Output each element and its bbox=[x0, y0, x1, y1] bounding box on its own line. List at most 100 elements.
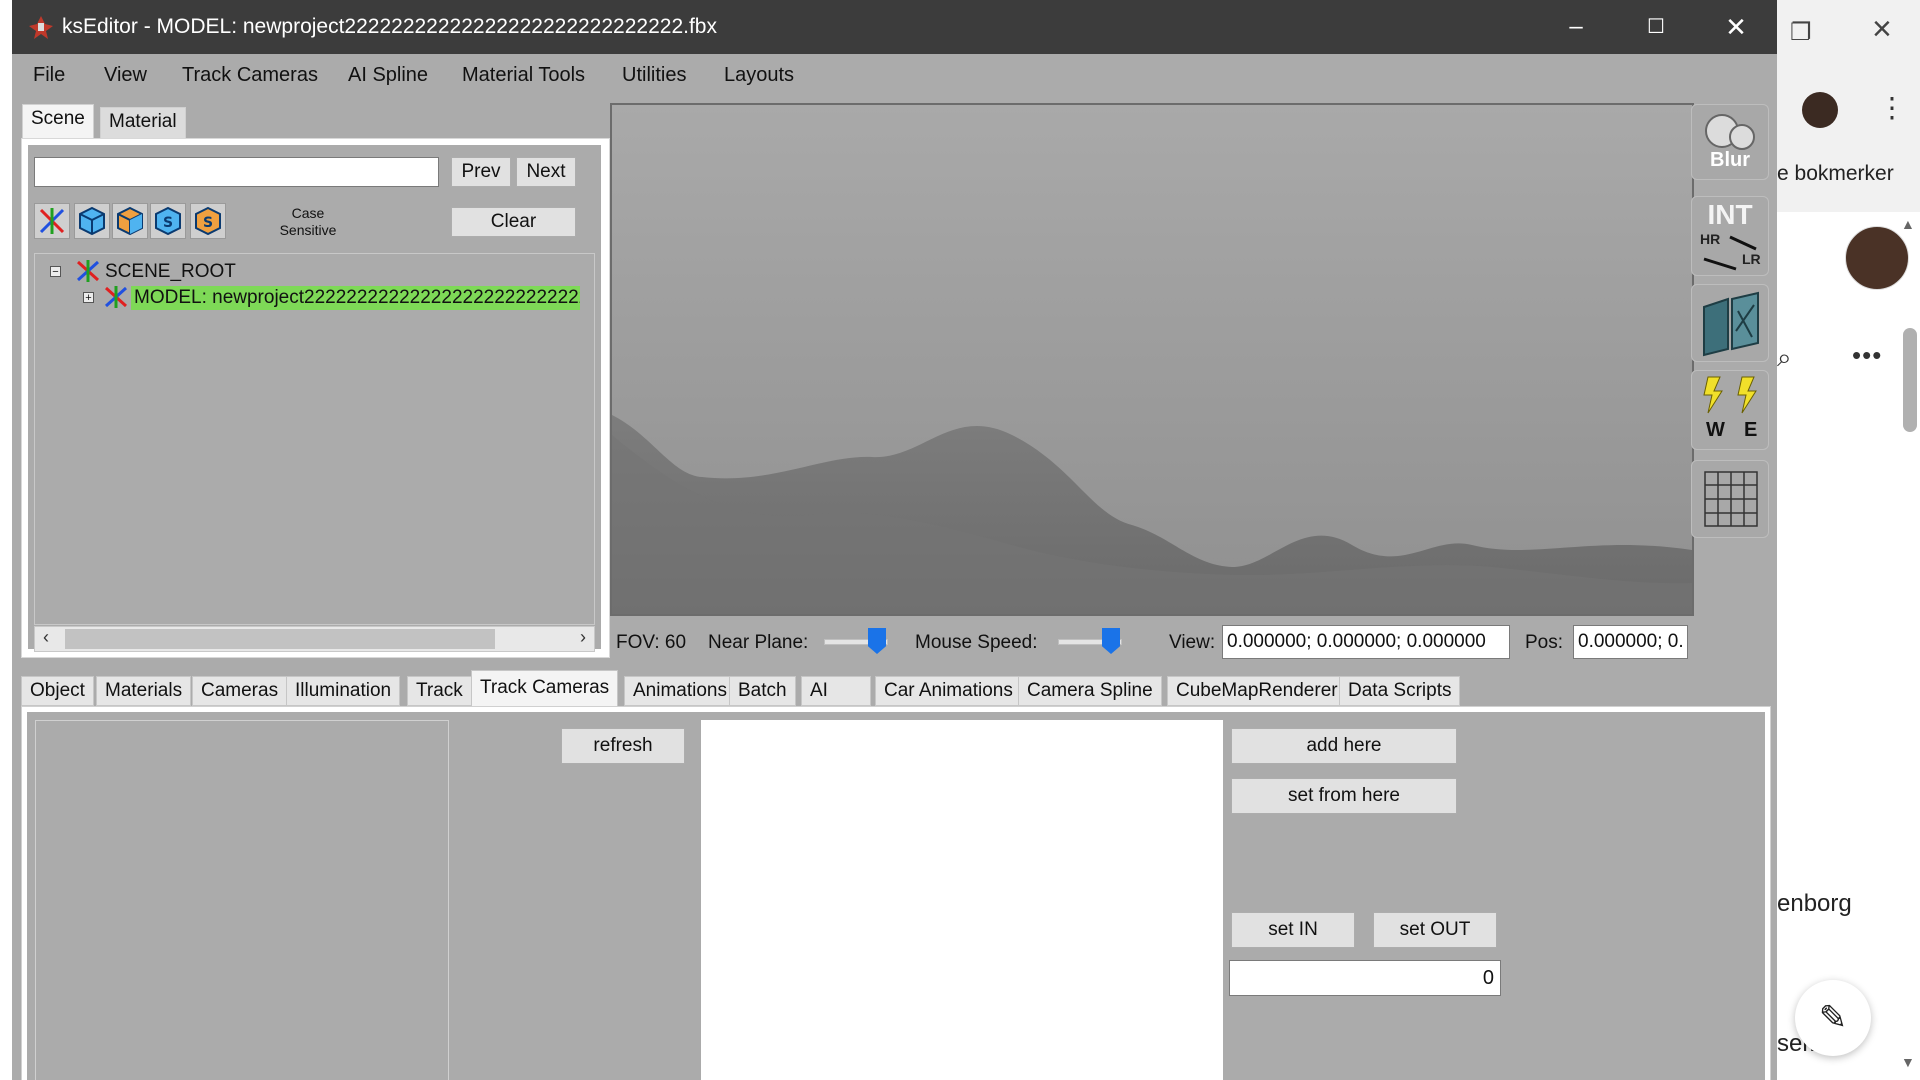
svg-text:S: S bbox=[163, 215, 173, 231]
tab-batch[interactable]: Batch bbox=[729, 676, 796, 706]
track-cameras-panel-content: refresh add here set from here set IN se… bbox=[27, 712, 1765, 1080]
edit-icon: ✎ bbox=[1818, 999, 1848, 1037]
lightning-icon bbox=[1703, 376, 1757, 414]
profile-avatar[interactable] bbox=[1802, 92, 1838, 128]
collapse-icon[interactable]: − bbox=[50, 266, 61, 278]
tab-car-animations[interactable]: Car Animations bbox=[875, 676, 1022, 706]
slider-thumb[interactable] bbox=[1102, 628, 1120, 654]
set-out-button[interactable]: set OUT bbox=[1373, 912, 1497, 948]
menu-ai-spline[interactable]: AI Spline bbox=[348, 64, 428, 87]
tab-material[interactable]: Material bbox=[100, 107, 186, 142]
prev-button[interactable]: Prev bbox=[451, 157, 511, 187]
mesh-cube-icon[interactable] bbox=[74, 203, 110, 239]
fov-label: FOV: 60 bbox=[616, 632, 687, 653]
menu-view[interactable]: View bbox=[104, 64, 147, 87]
compose-button[interactable]: ✎ bbox=[1795, 980, 1871, 1056]
svg-text:S: S bbox=[203, 215, 213, 231]
scroll-down-icon[interactable]: ▼ bbox=[1901, 1054, 1915, 1070]
set-in-button[interactable]: set IN bbox=[1231, 912, 1355, 948]
pos-coordinates-input[interactable] bbox=[1573, 625, 1688, 659]
browser-scrollbar[interactable] bbox=[1903, 328, 1917, 432]
restore-icon[interactable]: ❐ bbox=[1790, 18, 1812, 47]
viewport-render bbox=[612, 105, 1692, 614]
user-avatar[interactable] bbox=[1845, 226, 1909, 290]
browser-text-fragment: enborg bbox=[1777, 890, 1852, 917]
int-tool-button[interactable]: INT HR LR bbox=[1691, 196, 1769, 276]
close-button[interactable]: ✕ bbox=[1716, 8, 1756, 46]
maximize-button[interactable]: ☐ bbox=[1636, 8, 1676, 46]
node-axes-icon bbox=[76, 260, 100, 282]
blur-label: Blur bbox=[1710, 149, 1750, 171]
mouse-speed-slider[interactable] bbox=[1058, 628, 1128, 654]
bookmarks-text[interactable]: e bokmerker bbox=[1777, 162, 1894, 186]
scene-search-input[interactable] bbox=[34, 157, 439, 187]
3d-viewport[interactable] bbox=[610, 103, 1694, 616]
scroll-left-icon[interactable]: ‹ bbox=[43, 627, 49, 648]
app-icon bbox=[29, 16, 53, 39]
menu-file[interactable]: File bbox=[33, 64, 65, 87]
blur-tool-button[interactable]: Blur bbox=[1691, 104, 1769, 180]
close-icon[interactable]: × bbox=[1872, 12, 1892, 46]
view-coordinates-input[interactable] bbox=[1222, 625, 1510, 659]
refresh-button[interactable]: refresh bbox=[561, 728, 685, 764]
case-sensitive-toggle[interactable]: Case Sensitive bbox=[268, 205, 348, 239]
camera-sets-list[interactable] bbox=[35, 720, 449, 1080]
tab-cameras[interactable]: Cameras bbox=[192, 676, 288, 706]
skinned-mesh-orange-icon[interactable]: S bbox=[190, 203, 226, 239]
tree-node-scene-root[interactable]: SCENE_ROOT bbox=[105, 261, 236, 283]
west-east-tool-button[interactable]: W E bbox=[1691, 370, 1769, 450]
panels-tool-button[interactable] bbox=[1691, 284, 1769, 362]
tab-object[interactable]: Object bbox=[21, 676, 94, 706]
expand-icon[interactable]: + bbox=[83, 292, 94, 304]
view-label: View: bbox=[1169, 632, 1216, 653]
menu-track-cameras[interactable]: Track Cameras bbox=[182, 64, 318, 87]
case-sensitive-label: Case Sensitive bbox=[279, 205, 337, 238]
more-icon[interactable]: ••• bbox=[1852, 340, 1882, 371]
kebab-menu-icon[interactable]: ⋮ bbox=[1878, 94, 1906, 122]
search-icon[interactable]: ⌕ bbox=[1777, 342, 1792, 374]
node-axes-icon[interactable] bbox=[34, 203, 70, 239]
resolution-arrows-icon bbox=[1703, 235, 1757, 271]
add-here-button[interactable]: add here bbox=[1231, 728, 1457, 764]
tab-track[interactable]: Track bbox=[407, 676, 472, 706]
tree-node-model[interactable]: MODEL: newproject22222222222222222222222… bbox=[131, 286, 580, 310]
near-plane-label: Near Plane: bbox=[708, 632, 809, 653]
menu-bar: File View Track Cameras AI Spline Materi… bbox=[12, 54, 1777, 96]
next-button[interactable]: Next bbox=[516, 157, 576, 187]
tab-data-scripts[interactable]: Data Scripts bbox=[1339, 676, 1461, 706]
scroll-up-icon[interactable]: ▲ bbox=[1901, 216, 1915, 232]
blur-icon bbox=[1705, 114, 1755, 150]
int-label: INT bbox=[1707, 199, 1753, 230]
scroll-right-icon[interactable]: › bbox=[580, 627, 586, 648]
tab-animations[interactable]: Animations bbox=[624, 676, 736, 706]
background-browser-window: ❐ × ⋮ e bokmerker ⌕ ••• ▲ ▼ enborg ser. … bbox=[1777, 0, 1920, 1080]
tab-ai[interactable]: AI bbox=[801, 676, 871, 706]
menu-utilities[interactable]: Utilities bbox=[622, 64, 686, 87]
mouse-speed-label: Mouse Speed: bbox=[915, 632, 1038, 653]
tab-track-cameras[interactable]: Track Cameras bbox=[471, 670, 619, 707]
set-from-here-button[interactable]: set from here bbox=[1231, 778, 1457, 814]
minimize-button[interactable]: – bbox=[1556, 8, 1596, 46]
frame-value-input[interactable] bbox=[1229, 960, 1501, 996]
scrollbar-thumb[interactable] bbox=[65, 629, 495, 649]
grid-tool-button[interactable] bbox=[1691, 460, 1769, 538]
menu-layouts[interactable]: Layouts bbox=[724, 64, 794, 87]
mesh-cube-orange-icon[interactable] bbox=[112, 203, 148, 239]
clear-button[interactable]: Clear bbox=[451, 207, 576, 237]
menu-material-tools[interactable]: Material Tools bbox=[462, 64, 585, 87]
skinned-mesh-icon[interactable]: S bbox=[150, 203, 186, 239]
scene-panel-content: Prev Next S S Case Sensitive Clear − SCE… bbox=[28, 145, 601, 652]
near-plane-slider[interactable] bbox=[824, 628, 894, 654]
title-bar[interactable]: ksEditor - MODEL: newproject222222222222… bbox=[12, 0, 1777, 54]
tab-materials[interactable]: Materials bbox=[96, 676, 192, 706]
grid-icon bbox=[1704, 471, 1758, 527]
cameras-list[interactable] bbox=[701, 720, 1223, 1080]
window-title: ksEditor - MODEL: newproject222222222222… bbox=[62, 15, 717, 38]
track-cameras-panel: refresh add here set from here set IN se… bbox=[21, 706, 1771, 1080]
tab-illumination[interactable]: Illumination bbox=[286, 676, 401, 706]
scene-tree[interactable]: − SCENE_ROOT + MODEL: newproject22222222… bbox=[34, 253, 595, 625]
tab-cubemaprenderer[interactable]: CubeMapRenderer bbox=[1167, 676, 1347, 706]
slider-thumb[interactable] bbox=[868, 628, 886, 654]
tree-horizontal-scrollbar[interactable]: ‹ › bbox=[34, 626, 595, 652]
tab-camera-spline[interactable]: Camera Spline bbox=[1018, 676, 1162, 706]
